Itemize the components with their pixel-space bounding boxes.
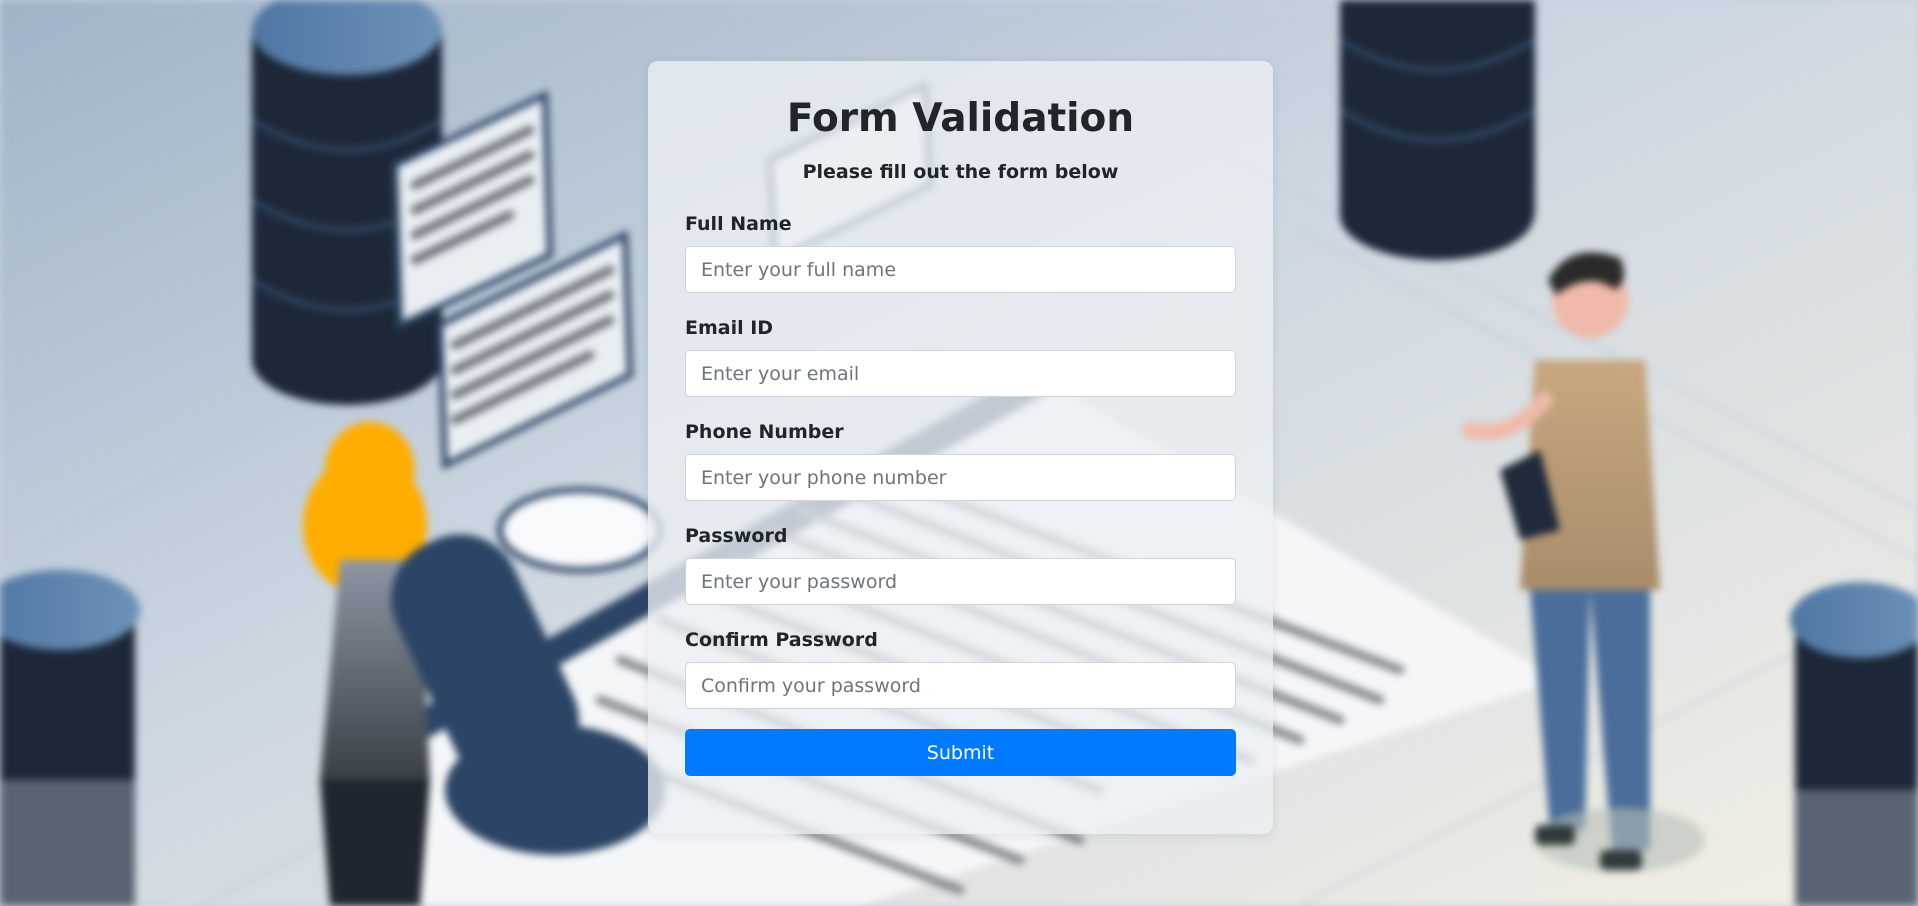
form-subtitle: Please fill out the form below [802,161,1119,183]
phone-label: Phone Number [685,421,844,443]
confirm-password-label: Confirm Password [685,629,878,651]
phone-group: Phone Number [685,420,1236,501]
email-input[interactable] [685,350,1236,397]
email-label: Email ID [685,317,774,339]
submit-button[interactable]: Submit [685,729,1236,776]
full-name-input[interactable] [685,246,1236,293]
email-group: Email ID [685,316,1236,397]
form-title: Form Validation [786,96,1135,141]
phone-input[interactable] [685,454,1236,501]
password-group: Password [685,524,1236,605]
password-label: Password [685,525,788,547]
confirm-password-group: Confirm Password [685,628,1236,709]
password-input[interactable] [685,558,1236,605]
full-name-label: Full Name [685,213,792,235]
full-name-group: Full Name [685,212,1236,293]
confirm-password-input[interactable] [685,662,1236,709]
form-card: Form Validation Please fill out the form… [648,61,1273,834]
